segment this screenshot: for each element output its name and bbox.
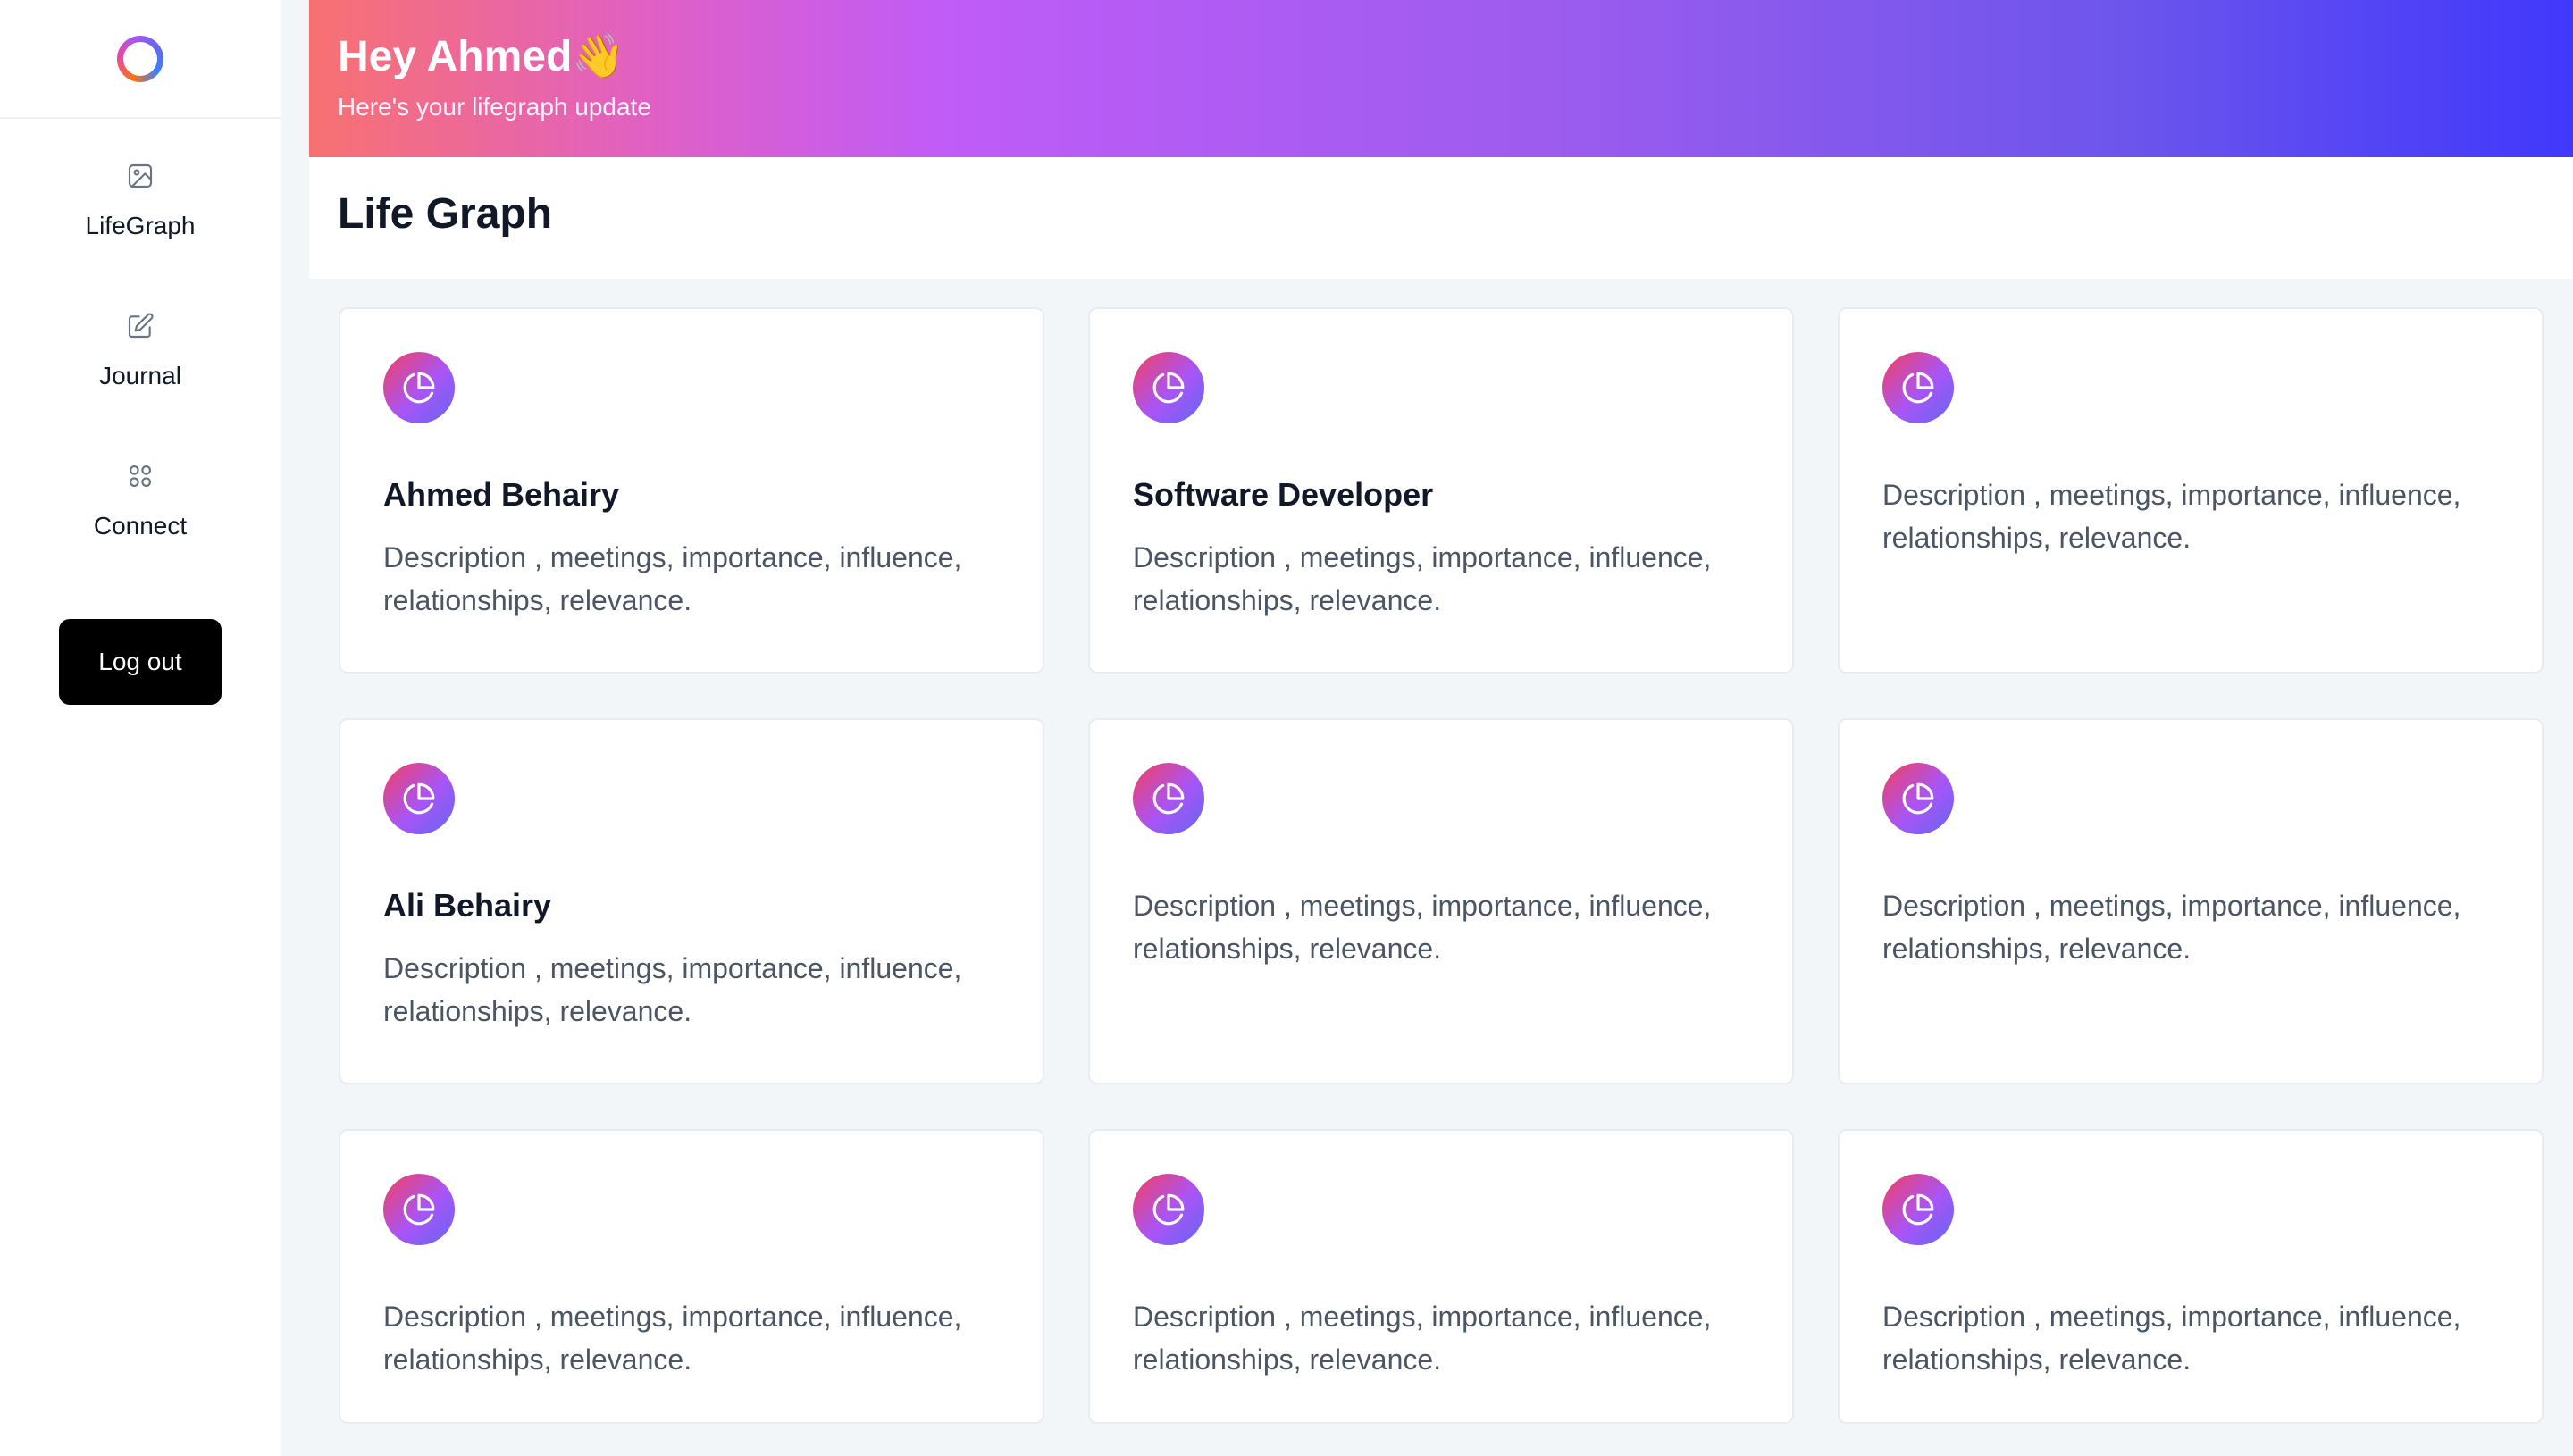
sidebar-item-connect[interactable]: Connect [94,460,187,610]
sidebar-item-label: LifeGraph [85,212,196,239]
pie-chart-icon [1882,763,1954,834]
sidebar-item-label: Connect [93,512,188,540]
card-description: Description , meetings, importance, infl… [1882,479,2461,554]
card[interactable]: Description , meetings, importance, infl… [1838,1129,2544,1424]
sidebar-item-journal[interactable]: Journal [99,310,181,460]
pie-chart-icon [1882,352,1954,423]
card[interactable]: Description , meetings, importance, infl… [1838,718,2544,1084]
sidebar-nav: LifeGraph Journal Connect Log out [0,119,281,705]
logo-area [0,0,281,119]
card[interactable]: Description , meetings, importance, infl… [339,1129,1044,1424]
header-subtitle: Here's your lifegraph update [338,93,651,121]
card[interactable]: Description , meetings, importance, infl… [1088,1129,1794,1424]
card-description: Description , meetings, importance, infl… [1882,890,2461,965]
card-description: Description , meetings, importance, infl… [383,952,962,1027]
card-title: Ahmed Behairy [383,476,620,513]
card[interactable]: Ahmed Behairy Description , meetings, im… [339,307,1044,674]
card-description: Description , meetings, importance, infl… [1882,1301,2461,1376]
card[interactable]: Software Developer Description , meeting… [1088,307,1794,674]
pie-chart-icon [383,1174,455,1245]
greeting: Hey Ahmed👋 [338,33,626,80]
ring-logo-icon[interactable] [117,35,163,82]
pie-chart-icon [1133,763,1204,834]
app-root: LifeGraph Journal Connect Log out Hey Ah… [0,0,2573,1456]
sidebar: LifeGraph Journal Connect Log out [0,0,281,1456]
page-title: Life Graph [338,190,553,238]
pie-chart-icon [1133,352,1204,423]
card-description: Description , meetings, importance, infl… [1133,541,1712,616]
card[interactable]: Description , meetings, importance, infl… [1088,718,1794,1084]
card[interactable]: Description , meetings, importance, infl… [1838,307,2544,674]
card-title: Ali Behairy [383,887,552,924]
header-banner: Hey Ahmed👋 Here's your lifegraph update [309,0,2573,157]
title-bar: Life Graph [309,157,2573,279]
card-title: Software Developer [1133,476,1434,513]
image-icon [124,160,156,192]
grid-icon [124,460,156,492]
sidebar-item-lifegraph[interactable]: LifeGraph [85,160,196,310]
pie-chart-icon [383,763,455,834]
edit-icon [124,310,156,342]
card-description: Description , meetings, importance, infl… [383,541,962,616]
pie-chart-icon [383,352,455,423]
sidebar-item-label: Journal [99,362,181,389]
logout-button[interactable]: Log out [59,619,222,705]
card-description: Description , meetings, importance, infl… [1133,890,1712,965]
pie-chart-icon [1133,1174,1204,1245]
card[interactable]: Ali Behairy Description , meetings, impo… [339,718,1044,1084]
card-description: Description , meetings, importance, infl… [383,1301,962,1376]
pie-chart-icon [1882,1174,1954,1245]
card-description: Description , meetings, importance, infl… [1133,1301,1712,1376]
